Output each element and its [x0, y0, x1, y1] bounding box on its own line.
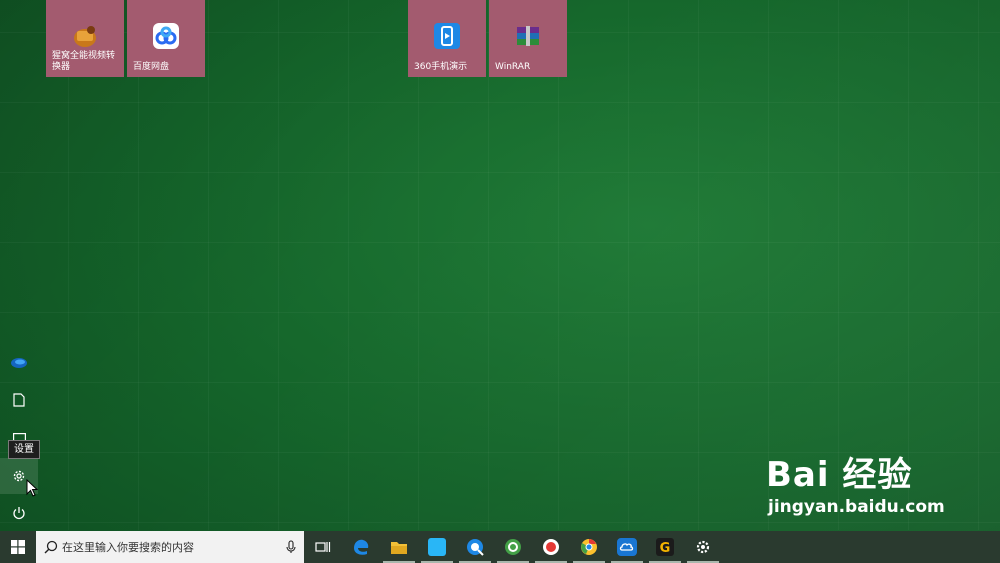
taskbar-store[interactable] — [418, 531, 456, 563]
search-icon — [44, 540, 58, 554]
360-phone-icon — [434, 23, 460, 49]
taskbar-screen-recorder[interactable] — [532, 531, 570, 563]
edge-icon — [354, 539, 369, 555]
tile-label: 猩窝全能视频转换器 — [52, 51, 116, 72]
winrar-icon — [517, 26, 539, 46]
taskbar-file-explorer[interactable] — [380, 531, 418, 563]
taskbar-g-app[interactable]: G — [646, 531, 684, 563]
mouse-cursor-icon — [26, 479, 38, 497]
tile-label: WinRAR — [495, 62, 531, 72]
screen-recorder-icon — [543, 539, 559, 555]
file-explorer-icon — [391, 541, 407, 554]
store-icon — [428, 538, 446, 556]
svg-text:G: G — [660, 541, 671, 556]
taskbar-task-view[interactable] — [304, 531, 342, 563]
rail-user[interactable] — [0, 345, 38, 381]
watermark-brand: Bai 经验 — [766, 455, 913, 495]
taskbar-chrome[interactable] — [570, 531, 608, 563]
task-view-icon — [315, 542, 331, 552]
background-grid — [0, 0, 1000, 530]
tile-360-phone-demo[interactable]: 360手机演示 — [408, 0, 486, 77]
360-browser-icon — [505, 539, 521, 555]
settings-icon — [13, 470, 25, 482]
start-button[interactable] — [0, 531, 36, 563]
tile-winrar[interactable]: WinRAR — [489, 0, 567, 77]
quark-browser-icon — [467, 539, 484, 556]
start-left-rail — [0, 345, 38, 531]
tile-label: 百度网盘 — [133, 62, 170, 72]
rail-power[interactable] — [0, 495, 38, 531]
video-converter-icon — [74, 26, 96, 47]
baidu-jingyan-watermark: Bai 经验 jingyan.baidu.com — [766, 455, 945, 517]
taskbar-search-box[interactable] — [36, 531, 304, 563]
microphone-icon[interactable] — [286, 540, 296, 554]
user-avatar-icon — [11, 358, 27, 368]
tile-baidu-netdisk[interactable]: 百度网盘 — [127, 0, 205, 77]
taskbar-settings[interactable] — [684, 531, 722, 563]
cloud-icon — [617, 538, 637, 556]
taskbar-quark[interactable] — [456, 531, 494, 563]
power-icon — [13, 507, 25, 520]
taskbar-cloud[interactable] — [608, 531, 646, 563]
taskbar-edge[interactable] — [342, 531, 380, 563]
rail-documents[interactable] — [0, 382, 38, 418]
watermark-url: jingyan.baidu.com — [768, 497, 945, 517]
taskbar: G — [0, 531, 1000, 563]
documents-icon — [13, 393, 25, 407]
tile-label: 360手机演示 — [414, 62, 468, 72]
settings-tooltip: 设置 — [8, 440, 40, 459]
windows-logo-icon — [11, 540, 25, 554]
search-input[interactable] — [58, 540, 286, 554]
tile-video-converter[interactable]: 猩窝全能视频转换器 — [46, 0, 124, 77]
baidu-netdisk-icon — [153, 23, 179, 49]
g-app-icon: G — [656, 538, 674, 556]
settings-icon — [696, 540, 710, 554]
taskbar-360-browser[interactable] — [494, 531, 532, 563]
chrome-icon — [581, 539, 597, 555]
